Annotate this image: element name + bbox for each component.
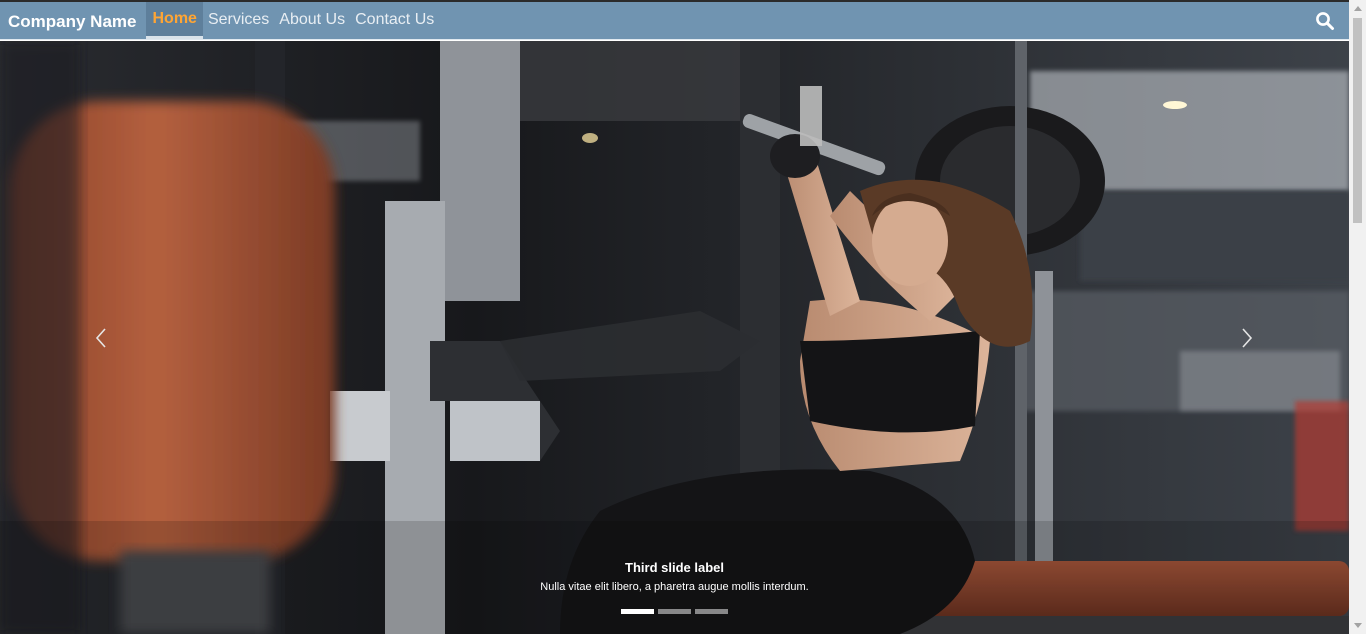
nav-item-home[interactable]: Home	[146, 2, 203, 39]
carousel-indicator[interactable]	[621, 609, 654, 614]
slide-image-gym	[0, 41, 1349, 634]
nav-item-about-us[interactable]: About Us	[274, 0, 350, 39]
carousel-indicator[interactable]	[658, 609, 691, 614]
scroll-down-icon[interactable]	[1354, 623, 1362, 628]
image-carousel: Third slide label Nulla vitae elit liber…	[0, 41, 1349, 634]
nav-item-contact-us[interactable]: Contact Us	[350, 0, 439, 39]
slide-caption-text: Nulla vitae elit libero, a pharetra augu…	[540, 581, 809, 593]
slide-caption-title: Third slide label	[625, 560, 724, 575]
search-icon[interactable]	[1315, 11, 1335, 31]
carousel-prev-button[interactable]	[86, 323, 116, 353]
nav-item-services[interactable]: Services	[203, 0, 274, 39]
navbar: Company Name Home Services About Us Cont…	[0, 2, 1349, 40]
chevron-left-icon	[95, 328, 106, 348]
carousel-next-button[interactable]	[1232, 323, 1262, 353]
chevron-right-icon	[1242, 328, 1253, 348]
carousel-indicator[interactable]	[695, 609, 728, 614]
brand-logo-text[interactable]: Company Name	[0, 4, 146, 39]
page-scrollbar[interactable]	[1349, 0, 1366, 634]
scroll-up-icon[interactable]	[1354, 6, 1362, 11]
scroll-thumb[interactable]	[1353, 18, 1362, 223]
carousel-indicators	[621, 609, 728, 614]
